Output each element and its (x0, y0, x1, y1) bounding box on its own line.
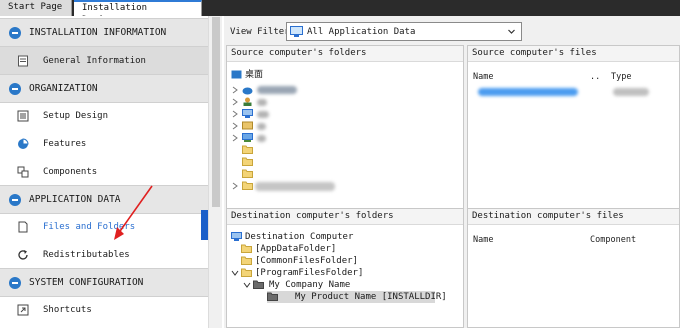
destination-folders-pane: Destination computer's folders Destinati… (226, 208, 464, 328)
document-icon (18, 55, 28, 67)
designer-sidebar: INSTALLATION INFORMATION General Informa… (0, 16, 222, 328)
sidebar-item-components[interactable]: Components (0, 158, 208, 186)
section-installation-information[interactable]: INSTALLATION INFORMATION (0, 18, 208, 47)
document-tab-bar: Start Page Installation Designer (0, 0, 680, 25)
section-label: INSTALLATION INFORMATION (29, 27, 167, 38)
chevron-right-icon[interactable] (231, 98, 239, 106)
computer-icon (231, 232, 242, 241)
view-filter-label: View Filter (230, 27, 290, 37)
chevron-right-icon[interactable] (231, 134, 239, 142)
chevron-down-icon[interactable] (231, 269, 239, 277)
sidebar-item-files-and-folders[interactable]: Files and Folders (0, 213, 208, 241)
tab-start-page[interactable]: Start Page (0, 0, 72, 16)
redacted-file-name[interactable] (478, 88, 578, 96)
tree-node-label: [AppDataFolder] (255, 244, 337, 254)
chevron-right-icon[interactable] (231, 110, 239, 118)
collapse-icon[interactable] (9, 83, 21, 95)
section-label: ORGANIZATION (29, 83, 98, 94)
redacted-label (257, 111, 269, 118)
sidebar-item-label: Features (43, 139, 87, 149)
section-application-data[interactable]: APPLICATION DATA (0, 185, 208, 214)
source-files-pane: Source computer's files Name .. Type (467, 45, 680, 225)
file-icon (18, 221, 28, 233)
sidebar-scrollbar[interactable] (208, 16, 222, 328)
view-filter-value: All Application Data (307, 27, 416, 37)
tab-installation-designer[interactable]: Installation Designer (74, 0, 202, 25)
section-label: APPLICATION DATA (29, 194, 121, 205)
shortcut-icon (17, 304, 29, 316)
network-icon (242, 133, 253, 142)
folder-icon (241, 244, 252, 253)
column-header-more[interactable]: .. (590, 72, 600, 82)
pane-header: Destination computer's files (468, 209, 679, 225)
chevron-right-icon[interactable] (231, 122, 239, 130)
folder-icon (242, 181, 253, 190)
chevron-down-icon[interactable] (508, 28, 515, 35)
section-system-configuration[interactable]: SYSTEM CONFIGURATION (0, 268, 208, 297)
chevron-right-icon[interactable] (231, 182, 239, 190)
sidebar-item-label: Components (43, 167, 98, 177)
tree-node-installdir-folder[interactable]: My Product Name [INSTALLDIR] (267, 291, 447, 303)
tree-node-label: My Product Name [INSTALLDIR] (295, 292, 447, 302)
cloud-icon (242, 87, 253, 95)
tree-node-label: 桌面 (245, 70, 264, 80)
library-icon (242, 121, 253, 130)
redacted-label (255, 182, 335, 191)
tree-node-label: My Company Name (269, 280, 351, 290)
source-folders-pane: Source computer's folders 桌面 (226, 45, 464, 225)
view-filter-select[interactable]: All Application Data (286, 22, 522, 41)
folder-icon (241, 268, 252, 277)
sidebar-item-shortcuts[interactable]: Shortcuts (0, 296, 208, 324)
annotation-arrow-icon (114, 185, 153, 240)
redacted-label (257, 86, 297, 94)
collapse-icon[interactable] (9, 27, 21, 39)
monitor-icon (290, 26, 303, 37)
desktop-icon (231, 70, 242, 79)
folder-icon (267, 292, 278, 301)
collapse-icon[interactable] (9, 194, 21, 206)
components-icon (17, 166, 29, 178)
section-organization[interactable]: ORGANIZATION (0, 74, 208, 103)
column-header-name[interactable]: Name (473, 72, 493, 82)
sidebar-item-setup-design[interactable]: Setup Design (0, 102, 208, 130)
chevron-down-icon[interactable] (243, 281, 251, 289)
sidebar-item-general-information[interactable]: General Information (0, 47, 208, 75)
redacted-label (257, 135, 266, 142)
user-icon (243, 97, 252, 106)
tree-node-label: [ProgramFilesFolder] (255, 268, 364, 278)
column-header-component[interactable]: Component (590, 235, 636, 245)
folder-icon (242, 169, 253, 178)
folder-icon (253, 280, 264, 289)
pie-icon (18, 138, 29, 149)
section-label: SYSTEM CONFIGURATION (29, 277, 144, 288)
tree-node-label: [CommonFilesFolder] (255, 256, 358, 266)
redacted-label (257, 123, 266, 130)
list-icon (17, 110, 29, 122)
folder-icon (242, 145, 253, 154)
collapse-icon[interactable] (9, 277, 21, 289)
main-panel: View Filter All Application Data Source … (224, 16, 680, 328)
column-header-name[interactable]: Name (473, 235, 493, 245)
pane-header: Source computer's folders (227, 46, 463, 62)
refresh-icon (18, 250, 28, 260)
pane-header: Source computer's files (468, 46, 679, 62)
sidebar-item-label: General Information (43, 56, 146, 66)
selection-indicator (201, 210, 208, 240)
sidebar-item-label: Setup Design (43, 111, 109, 121)
folder-icon (241, 256, 252, 265)
sidebar-item-label: Redistributables (43, 250, 130, 260)
redacted-label (257, 99, 267, 106)
sidebar-item-label: Shortcuts (43, 305, 92, 315)
tree-node-label: Destination Computer (245, 232, 354, 242)
computer-icon (242, 109, 253, 118)
pane-header: Destination computer's folders (227, 209, 463, 225)
scrollbar-thumb[interactable] (212, 17, 220, 207)
redacted-file-type (613, 88, 649, 96)
sidebar-item-redistributables[interactable]: Redistributables (0, 241, 208, 269)
destination-files-pane: Destination computer's files Name Compon… (467, 208, 680, 328)
sidebar-item-features[interactable]: Features (0, 130, 208, 158)
folder-icon (242, 157, 253, 166)
chevron-right-icon[interactable] (231, 86, 239, 94)
column-header-type[interactable]: Type (611, 72, 631, 82)
